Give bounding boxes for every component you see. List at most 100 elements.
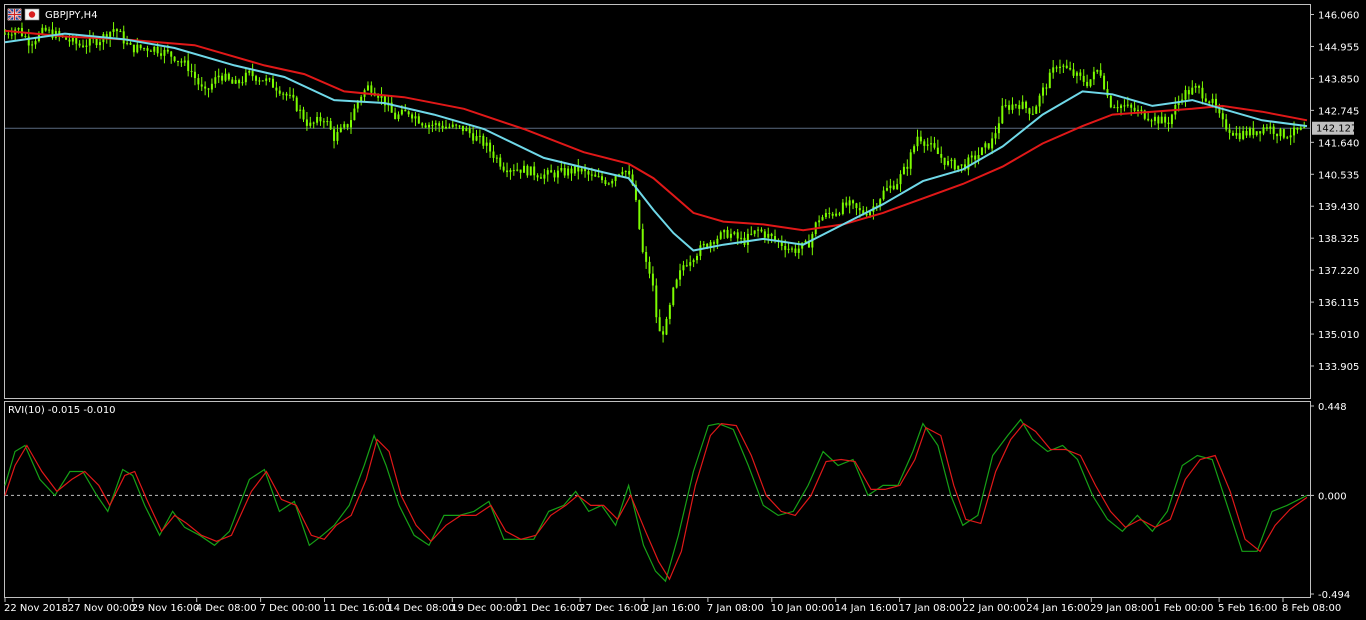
- candle-body: [719, 232, 722, 239]
- candle-body: [665, 318, 668, 335]
- candle-body: [31, 44, 34, 46]
- time-tick-label: 4 Dec 08:00: [196, 603, 257, 614]
- trading-chart[interactable]: GBPJPY,H4 146.060 144.955 143.850 142.745 14…: [0, 0, 1366, 620]
- candle-body: [1272, 126, 1275, 134]
- candle-body: [533, 166, 536, 176]
- price-tick-label: 146.060: [1318, 11, 1359, 22]
- candle-body: [1194, 86, 1197, 88]
- candle-body: [784, 245, 787, 250]
- candle-body: [950, 159, 953, 162]
- candle-body: [641, 228, 644, 252]
- candle-body: [221, 75, 224, 81]
- candle-body: [794, 248, 797, 253]
- candle-body: [136, 44, 139, 53]
- candle-body: [400, 109, 403, 115]
- candle-body: [366, 85, 369, 91]
- price-tick-label: 140.535: [1318, 170, 1359, 181]
- candle-body: [268, 78, 271, 80]
- candle-body: [1045, 87, 1048, 89]
- candle-body: [594, 174, 597, 177]
- candle-body: [1086, 81, 1089, 87]
- candle-body: [431, 124, 434, 126]
- candle-body: [1265, 127, 1268, 129]
- candle-body: [604, 180, 607, 185]
- candle-body: [251, 70, 254, 77]
- candle-body: [1099, 70, 1102, 76]
- candle-body: [536, 175, 539, 178]
- candle-body: [587, 171, 590, 175]
- candle-body: [441, 125, 444, 129]
- time-tick-label: 2 Jan 16:00: [643, 603, 700, 614]
- candle-body: [197, 78, 200, 85]
- candle-body: [1293, 127, 1296, 136]
- candle-body: [204, 86, 207, 89]
- candle-body: [997, 123, 1000, 134]
- candle-body: [892, 185, 895, 190]
- candle-body: [1123, 105, 1126, 107]
- candle-body: [651, 273, 654, 286]
- candle-body: [1035, 106, 1038, 114]
- candle-body: [1004, 105, 1007, 107]
- candle-body: [943, 157, 946, 165]
- candle-body: [516, 169, 519, 171]
- candle-body: [1269, 126, 1272, 129]
- candle-body: [146, 48, 149, 51]
- candle-body: [984, 143, 987, 148]
- candle-body: [570, 168, 573, 174]
- candle-body: [580, 168, 583, 172]
- candle-body: [980, 147, 983, 156]
- candle-body: [115, 29, 118, 32]
- candle-body: [78, 43, 81, 46]
- time-tick-label: 8 Feb 08:00: [1282, 603, 1341, 614]
- candle-body: [994, 133, 997, 139]
- candle-body: [339, 127, 342, 133]
- candle-body: [71, 37, 74, 42]
- candle-body: [288, 94, 291, 96]
- candle-body: [628, 170, 631, 175]
- candle-body: [95, 38, 98, 46]
- candle-body: [394, 112, 397, 119]
- candle-body: [1164, 116, 1167, 123]
- candle-body: [1303, 127, 1306, 129]
- candle-body: [723, 229, 726, 233]
- candle-body: [899, 174, 902, 185]
- candle-body: [1075, 72, 1078, 76]
- candle-body: [444, 126, 447, 129]
- time-tick-label: 1 Feb 00:00: [1154, 603, 1213, 614]
- candle-body: [1069, 67, 1072, 70]
- candle-body: [1228, 129, 1231, 133]
- candle-body: [838, 213, 841, 215]
- candle-body: [797, 248, 800, 253]
- candle-body: [1204, 98, 1207, 102]
- candle-body: [343, 124, 346, 128]
- candle-body: [1262, 127, 1265, 134]
- candle-body: [947, 161, 950, 165]
- candle-body: [858, 208, 861, 211]
- candle-body: [1184, 90, 1187, 100]
- price-tick-label: 135.010: [1318, 330, 1359, 341]
- candle-body: [1252, 128, 1255, 135]
- candle-body: [529, 166, 532, 176]
- candle-body: [370, 85, 373, 93]
- candle-body: [1130, 104, 1133, 108]
- candle-body: [916, 136, 919, 147]
- candle-body: [668, 304, 671, 319]
- candle-body: [855, 203, 858, 209]
- candle-body: [712, 242, 715, 244]
- current-price-label: 142.127: [1316, 124, 1357, 135]
- candle-body: [353, 108, 356, 121]
- candle-body: [149, 50, 152, 52]
- candle-body: [682, 265, 685, 271]
- candle-body: [1167, 122, 1170, 125]
- candle-body: [85, 45, 88, 47]
- japan-flag-icon: [24, 8, 40, 21]
- candle-body: [1109, 95, 1112, 108]
- candle-body: [1008, 105, 1011, 110]
- candle-body: [173, 56, 176, 61]
- candle-body: [248, 70, 251, 73]
- candle-body: [774, 236, 777, 240]
- candle-body: [1296, 127, 1299, 130]
- candle-body: [1042, 87, 1045, 96]
- candle-body: [824, 212, 827, 218]
- candle-body: [760, 229, 763, 232]
